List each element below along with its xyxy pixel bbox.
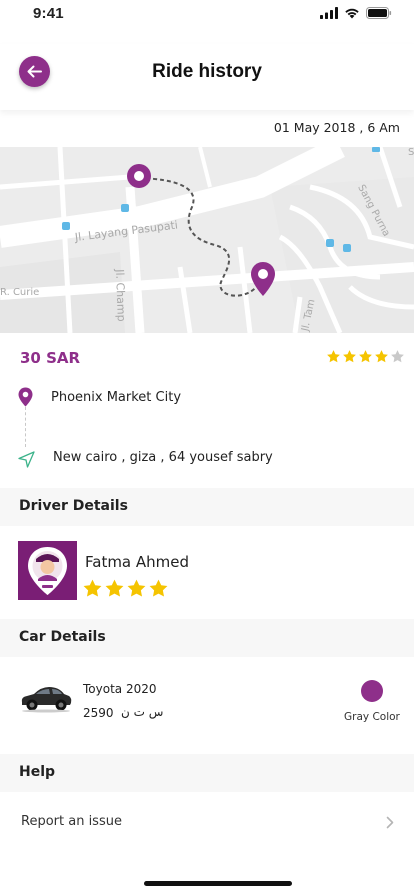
star-icon [149,579,168,597]
chevron-right-icon [386,816,394,829]
section-title: Driver Details [19,498,128,514]
battery-icon [366,7,392,19]
driver-rating [82,578,169,599]
car-details-header: Car Details [0,619,414,657]
car-plate-number: 2590 [83,706,114,720]
section-title: Help [19,764,56,780]
pickup-address: Phoenix Market City [51,390,182,405]
driver-details-header: Driver Details [0,488,414,526]
route-map[interactable]: Jl. Layang Pasupati Jl. Champ Sang Purna… [0,147,414,333]
wifi-icon [345,8,359,19]
driver-name: Fatma Ahmed [85,553,190,571]
dropoff-address: New cairo , giza , 64 yousef sabry [53,450,273,465]
nav-bar: Ride history [0,44,414,110]
report-issue-label: Report an issue [21,814,122,829]
star-icon [105,579,124,597]
navigation-arrow-icon [18,451,35,468]
star-icon [127,579,146,597]
star-icon [391,350,404,363]
car-color-swatch [361,680,383,702]
car-icon [21,687,72,713]
origin-marker-icon [127,164,151,188]
ride-fare: 30 SAR [20,349,81,367]
car-color-label: Gray Color [344,711,400,723]
help-header: Help [0,754,414,792]
star-icon [375,350,388,363]
star-icon [359,350,372,363]
star-icon [327,350,340,363]
cellular-signal-icon [320,7,338,19]
status-icons [320,7,392,19]
report-issue-row[interactable]: Report an issue [0,794,414,850]
destination-pin-icon [251,262,275,296]
location-pin-icon [18,387,33,407]
status-time: 9:41 [33,5,64,22]
star-icon [83,579,102,597]
status-bar: 9:41 [0,0,414,44]
ride-rating [326,349,405,364]
driver-avatar-image [18,541,77,600]
page-title: Ride history [152,61,262,82]
home-indicator [144,881,292,886]
ride-date: 01 May 2018 , 6 Am [273,120,400,135]
driver-avatar [18,541,77,600]
route-connector [25,407,26,447]
route-path [138,177,259,297]
section-title: Car Details [19,629,106,645]
car-plate-letters: س ت ن [121,705,164,719]
car-model: Toyota 2020 [83,682,157,696]
star-icon [343,350,356,363]
